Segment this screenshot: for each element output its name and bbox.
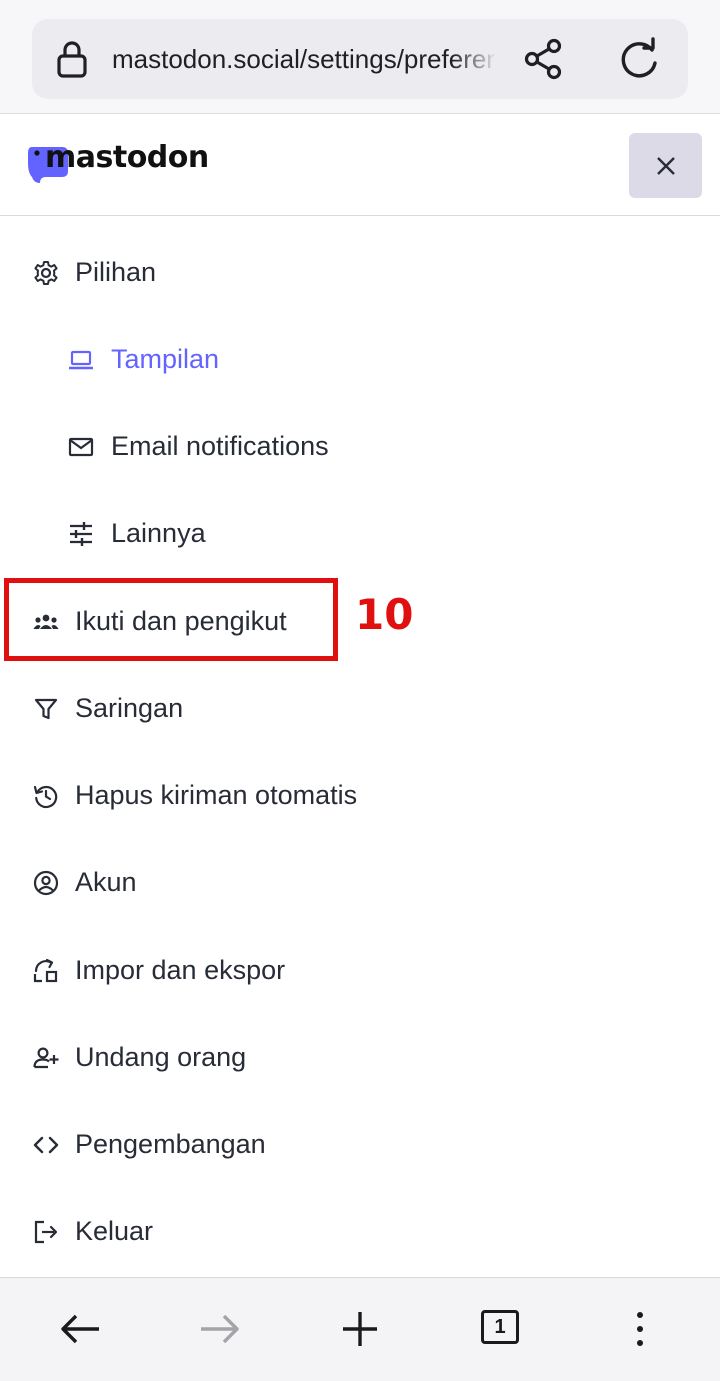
menu-item-label: Email notifications	[111, 430, 329, 461]
browser-toolbar: mastodon.social/settings/preferences/app…	[0, 0, 720, 114]
logout-icon	[34, 1220, 58, 1243]
menu-item-lainnya[interactable]: Lainnya	[0, 490, 720, 577]
url-text[interactable]: mastodon.social/settings/preferences/app…	[112, 41, 494, 77]
lock-icon	[57, 41, 87, 78]
menu-item-label: Impor dan ekspor	[75, 954, 286, 985]
menu-item-label: Pengembangan	[75, 1128, 266, 1159]
annotation-number: 10	[355, 590, 414, 639]
menu-item-tampilan[interactable]: Tampilan	[0, 316, 720, 403]
menu-item-label: Saringan	[75, 692, 184, 723]
browser-bottom-bar: 1	[0, 1277, 720, 1381]
menu-item-label: Keluar	[75, 1215, 154, 1246]
menu-item-email-notifications[interactable]: Email notifications	[0, 403, 720, 490]
new-tab-button[interactable]	[335, 1304, 385, 1354]
reload-icon[interactable]	[616, 37, 662, 81]
forward-button[interactable]	[195, 1304, 245, 1354]
annotation-highlight-box	[4, 578, 338, 661]
menu-item-label: Akun	[75, 866, 137, 897]
tabs-icon[interactable]: 1	[481, 1310, 519, 1344]
menu-item-label: Pilihan	[75, 256, 157, 287]
menu-item-pilihan[interactable]: Pilihan	[0, 229, 720, 316]
mail-icon	[68, 437, 94, 456]
close-menu-button[interactable]	[629, 133, 702, 198]
laptop-icon	[69, 350, 93, 369]
more-menu-button[interactable]	[615, 1304, 665, 1354]
account-icon	[33, 870, 59, 895]
menu-item-keluar[interactable]: Keluar	[0, 1188, 720, 1275]
gear-icon	[34, 260, 58, 285]
menu-item-label: Hapus kiriman otomatis	[75, 779, 358, 810]
menu-item-akun[interactable]: Akun	[0, 839, 720, 926]
menu-item-label: Undang orang	[75, 1041, 247, 1072]
back-button[interactable]	[55, 1304, 105, 1354]
menu-item-hapus-kiriman-otomatis[interactable]: Hapus kiriman otomatis	[0, 752, 720, 839]
address-bar[interactable]: mastodon.social/settings/preferences/app…	[32, 19, 688, 99]
menu-item-label: Tampilan	[111, 343, 220, 374]
code-icon	[33, 1136, 59, 1153]
import-export-icon	[33, 958, 58, 982]
person-add-icon	[33, 1046, 59, 1068]
menu-item-label: Lainnya	[111, 517, 206, 548]
site-header: mastodon	[0, 115, 720, 216]
filter-icon	[34, 698, 58, 719]
menu-item-impor-dan-ekspor[interactable]: Impor dan ekspor	[0, 927, 720, 1014]
menu-item-undang-orang[interactable]: Undang orang	[0, 1014, 720, 1101]
share-icon[interactable]	[520, 37, 568, 81]
back-arrow-icon	[61, 1314, 99, 1344]
forward-arrow-icon	[201, 1314, 239, 1344]
history-icon	[33, 785, 58, 808]
menu-item-saringan[interactable]: Saringan	[0, 665, 720, 752]
more-menu-icon	[637, 1312, 643, 1346]
url-fade	[452, 37, 498, 81]
sliders-icon	[70, 521, 92, 546]
close-icon	[656, 156, 675, 175]
logo-text: mastodon	[45, 140, 209, 175]
menu-item-pengembangan[interactable]: Pengembangan	[0, 1101, 720, 1188]
new-tab-icon	[343, 1312, 377, 1346]
